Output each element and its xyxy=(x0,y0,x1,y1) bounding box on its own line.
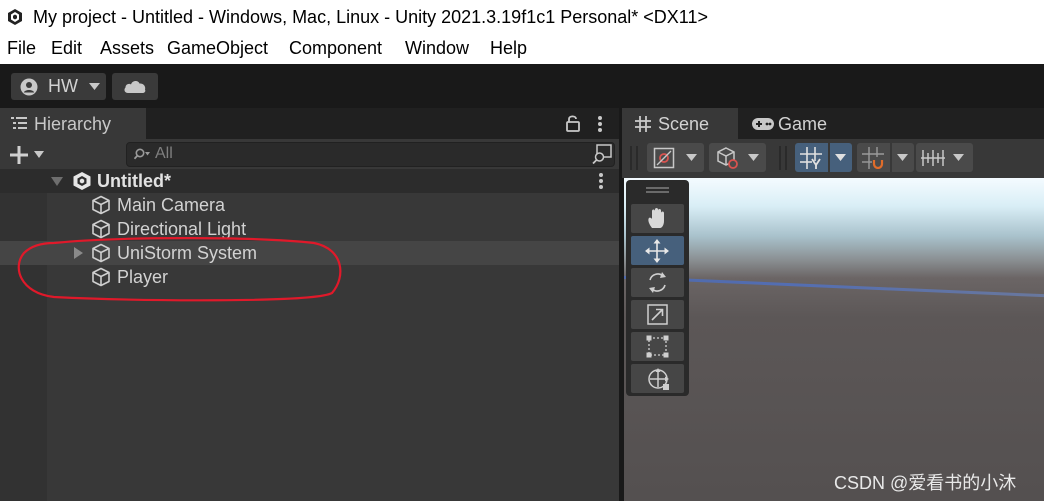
unity-logo-icon xyxy=(8,9,22,25)
user-icon xyxy=(20,78,38,96)
tab-scene-label: Scene xyxy=(658,114,710,134)
tab-hierarchy[interactable]: Hierarchy xyxy=(0,108,146,139)
lock-icon[interactable] xyxy=(566,114,580,132)
chevron-down-icon xyxy=(835,154,846,161)
transform-tool[interactable] xyxy=(631,364,684,393)
plus-icon[interactable] xyxy=(9,145,29,165)
increment-snap-dropdown[interactable] xyxy=(916,143,973,172)
cloud-button[interactable] xyxy=(112,73,158,100)
gamepad-icon xyxy=(752,118,774,130)
scale-tool[interactable] xyxy=(631,300,684,329)
more-options-icon[interactable] xyxy=(598,172,604,190)
list-icon xyxy=(11,117,27,129)
window-title: My project - Untitled - Windows, Mac, Li… xyxy=(33,7,708,27)
hash-icon xyxy=(635,116,651,132)
grid-snap-icon xyxy=(800,147,822,169)
grid-snap-toggle[interactable] xyxy=(795,143,852,172)
scene-search-icon[interactable] xyxy=(592,144,612,164)
scene-viewport[interactable]: CSDN @爱看书的小沐 xyxy=(624,178,1044,501)
chevron-down-icon xyxy=(748,154,759,161)
rotate-tool[interactable] xyxy=(631,268,684,297)
watermark-text: CSDN @爱看书的小沐 xyxy=(834,473,1017,493)
hand-tool[interactable] xyxy=(631,204,684,233)
toolbar-grip xyxy=(779,146,781,170)
chevron-down-icon[interactable] xyxy=(34,151,44,158)
search-icon xyxy=(134,148,150,160)
hierarchy-tabbar: Hierarchy xyxy=(0,108,619,139)
tab-game[interactable]: Game xyxy=(747,108,857,139)
menu-help[interactable]: Help xyxy=(490,38,527,59)
menu-component[interactable]: Component xyxy=(289,38,382,59)
account-label: HW xyxy=(48,76,78,96)
rotate-icon xyxy=(649,272,666,293)
menu-gameobject[interactable]: GameObject xyxy=(167,38,268,59)
toolbar-grip xyxy=(636,146,638,170)
move-tool[interactable] xyxy=(631,236,684,265)
snap-increment-dropdown[interactable] xyxy=(857,143,914,172)
scene-name: Untitled* xyxy=(97,171,171,191)
account-dropdown[interactable]: HW xyxy=(11,73,106,100)
hierarchy-search xyxy=(126,142,615,167)
tab-game-label: Game xyxy=(778,114,828,134)
hierarchy-item[interactable]: Main Camera xyxy=(0,193,619,217)
gameobject-cube-icon xyxy=(92,195,110,215)
menu-file[interactable]: File xyxy=(7,38,36,59)
gameobject-cube-icon xyxy=(92,219,110,239)
main-toolbar: HW xyxy=(0,64,1044,108)
more-options-icon[interactable] xyxy=(597,115,603,133)
unity-scene-icon xyxy=(73,172,91,190)
hierarchy-toolbar xyxy=(0,139,619,169)
rect-icon xyxy=(646,335,669,358)
toolbar-grip xyxy=(785,146,787,170)
hierarchy-tree: Untitled* Main Camera Directional Light xyxy=(0,169,619,501)
scene-row[interactable]: Untitled* xyxy=(0,169,619,193)
scene-tabbar: Scene Game xyxy=(622,108,1044,139)
cube-icon xyxy=(717,147,738,169)
scale-icon xyxy=(647,304,668,325)
annotation-circle xyxy=(17,237,342,302)
draw-mode-dropdown[interactable] xyxy=(647,143,704,172)
shading-mode-dropdown[interactable] xyxy=(709,143,766,172)
transform-icon xyxy=(648,368,669,390)
menu-bar: File Edit Assets GameObject Component Wi… xyxy=(0,34,1044,64)
menu-window[interactable]: Window xyxy=(405,38,469,59)
chevron-down-icon xyxy=(89,83,100,90)
toolbar-grip xyxy=(630,146,632,170)
chevron-down-icon xyxy=(686,154,697,161)
menu-assets[interactable]: Assets xyxy=(100,38,154,59)
chevron-down-icon xyxy=(897,154,908,161)
window-titlebar: My project - Untitled - Windows, Mac, Li… xyxy=(0,0,1044,34)
hand-icon xyxy=(648,208,664,228)
scene-toolbar xyxy=(622,139,1044,178)
cloud-icon xyxy=(124,80,146,93)
hierarchy-item-label: Main Camera xyxy=(117,195,226,215)
tab-scene[interactable]: Scene xyxy=(622,108,738,139)
snap-magnet-icon xyxy=(862,147,884,169)
chevron-down-icon xyxy=(953,154,964,161)
ruler-icon xyxy=(921,150,945,166)
menu-edit[interactable]: Edit xyxy=(51,38,82,59)
move-icon xyxy=(645,239,669,263)
tools-overlay xyxy=(626,180,689,396)
search-input[interactable] xyxy=(155,143,575,165)
draw-mode-icon xyxy=(653,147,675,169)
tab-hierarchy-label: Hierarchy xyxy=(34,114,112,134)
rect-tool[interactable] xyxy=(631,332,684,361)
expand-arrow-icon[interactable] xyxy=(51,177,63,186)
